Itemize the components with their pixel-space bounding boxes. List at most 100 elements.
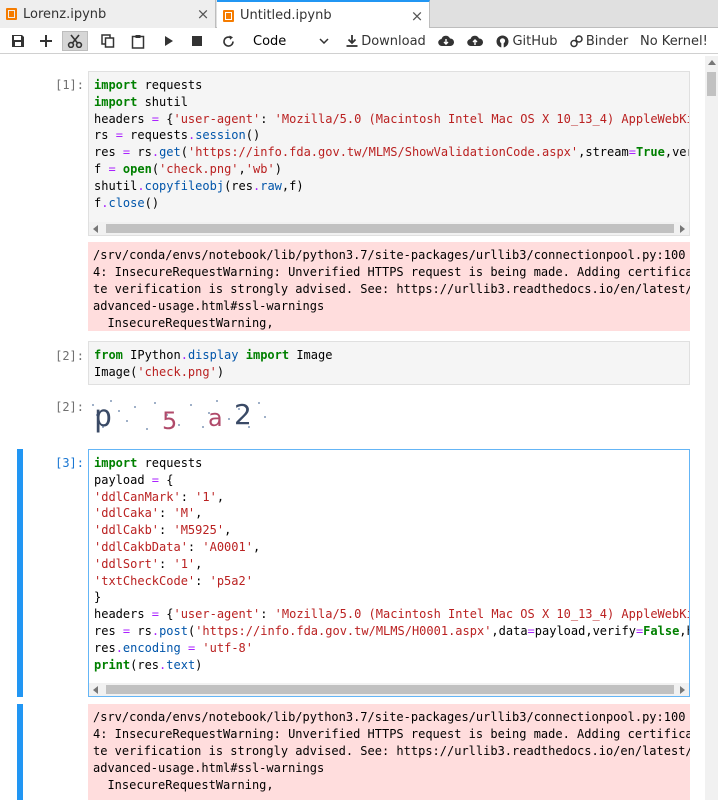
code-line: res = rs.get('https://info.fda.gov.tw/ML… [94,145,689,160]
scrollbar-thumb[interactable] [707,72,716,96]
code-editor[interactable]: from IPython.display import Image Image(… [89,342,689,381]
stderr-output: /srv/conda/envs/notebook/lib/python3.7/s… [88,704,690,800]
tab-label: Lorenz.ipynb [23,6,107,22]
code-line: 'txtCheckCode': 'p5a2' [94,573,253,588]
code-line: 'ddlSort': '1', [94,556,203,571]
code-editor[interactable]: import requests payload = { 'ddlCanMark'… [89,450,689,673]
stderr-line: te verification is strongly advised. See… [93,744,690,758]
scrollbar-thumb[interactable] [106,224,674,233]
stop-icon [192,36,202,46]
save-icon [12,35,24,47]
restart-button[interactable] [218,31,238,51]
copy-button[interactable] [98,31,118,51]
scroll-up-icon[interactable] [708,60,716,65]
cell-prompt: [3]: [55,456,84,470]
kernel-status-label: No Kernel! [640,33,708,49]
scroll-right-icon[interactable] [680,225,685,233]
notebook-toolbar: Code Download GitHub Binder No Kernel! [0,28,718,54]
scrollbar-thumb[interactable] [106,685,674,694]
code-editor[interactable]: import requests import shutil headers = … [89,72,689,211]
code-line: f = open('check.png','wb') [94,161,282,176]
code-line: rs = requests.session() [94,128,261,143]
code-line: headers = {'user-agent': 'Mozilla/5.0 (M… [94,607,690,622]
code-line: 'ddlCakbData': 'A0001', [94,539,261,554]
captcha-char: p [94,399,112,434]
download-icon [346,35,358,47]
close-icon[interactable]: × [191,5,215,23]
cell-prompt: [1]: [55,78,84,92]
notebook-icon [223,9,234,22]
copy-icon [101,34,115,48]
active-cell-indicator [17,449,23,697]
stderr-line: InsecureRequestWarning, [93,316,274,330]
vertical-scrollbar[interactable] [705,56,718,800]
download-button[interactable]: Download [346,31,426,51]
code-line: 'ddlCanMark': '1', [94,489,225,504]
cloud-download-button[interactable] [437,31,455,51]
code-line: 'ddlCaka': 'M', [94,506,203,521]
cloud-upload-icon [467,35,483,47]
github-icon [496,35,509,47]
cut-icon [67,34,83,48]
scroll-left-icon[interactable] [93,225,98,233]
stderr-line: 4: InsecureRequestWarning: Unverified HT… [93,265,690,279]
tab-lorenz[interactable]: Lorenz.ipynb × [0,0,216,28]
run-icon [165,36,173,46]
paste-icon [131,34,145,49]
captcha-char: 5 [162,407,177,434]
github-label: GitHub [512,33,558,49]
stderr-text: /srv/conda/envs/notebook/lib/python3.7/s… [88,704,690,799]
cell-type-dropdown[interactable]: Code [247,31,335,51]
cell-type-value: Code [253,33,287,49]
code-cell-input[interactable]: import requests import shutil headers = … [88,71,690,236]
cloud-upload-button[interactable] [466,31,484,51]
notebook-icon [6,8,17,20]
scroll-left-icon[interactable] [93,686,98,694]
code-line: Image('check.png') [94,364,225,379]
stderr-line: advanced-usage.html#ssl-warnings [93,299,325,313]
scroll-right-icon[interactable] [680,686,685,694]
paste-button[interactable] [128,31,148,51]
github-button[interactable]: GitHub [496,31,558,51]
cut-button[interactable] [62,31,88,51]
horizontal-scrollbar[interactable] [89,683,689,696]
code-line: 'ddlCakb': 'M5925', [94,523,232,538]
download-label: Download [361,33,426,49]
code-line: res = rs.post('https://info.fda.gov.tw/M… [94,623,689,638]
code-line: res.encoding = 'utf-8' [94,640,253,655]
tab-untitled[interactable]: Untitled.ipynb × [217,0,430,29]
cloud-download-icon [438,35,454,47]
code-line: import requests [94,456,203,470]
stop-button[interactable] [188,31,206,51]
kernel-status[interactable]: No Kernel! [640,31,716,51]
code-line: from IPython.display import Image [94,348,333,362]
code-line: } [94,590,102,605]
code-line: print(res.text) [94,657,203,672]
code-line: headers = {'user-agent': 'Mozilla/5.0 (M… [94,111,690,126]
code-line: shutil.copyfileobj(res.raw,f) [94,178,304,193]
run-button[interactable] [160,31,178,51]
cell-prompt: [2]: [55,349,84,363]
stderr-line: 4: InsecureRequestWarning: Unverified HT… [93,727,690,741]
close-icon[interactable]: × [405,7,429,25]
add-cell-icon [40,35,52,47]
code-cell-input[interactable]: import requests payload = { 'ddlCanMark'… [88,449,690,697]
active-output-indicator [17,704,23,800]
chevron-down-icon [319,38,329,44]
binder-button[interactable]: Binder [570,31,628,51]
captcha-drawing: p 5 a 2 [92,398,266,435]
horizontal-scrollbar[interactable] [89,222,689,235]
add-cell-button[interactable] [36,31,56,51]
binder-label: Binder [585,33,629,49]
code-line: payload = { [94,472,174,487]
tab-bar: Lorenz.ipynb × Untitled.ipynb × [0,0,718,29]
output-prompt: [2]: [55,400,84,414]
save-button[interactable] [8,31,28,51]
stderr-text: /srv/conda/envs/notebook/lib/python3.7/s… [88,242,690,331]
stderr-line: /srv/conda/envs/notebook/lib/python3.7/s… [93,710,686,724]
code-line: import shutil [94,94,188,109]
stderr-line: advanced-usage.html#ssl-warnings [93,761,325,775]
code-line: import requests [94,78,203,92]
captcha-image: p 5 a 2 [88,396,268,435]
code-cell-input[interactable]: from IPython.display import Image Image(… [88,341,690,385]
